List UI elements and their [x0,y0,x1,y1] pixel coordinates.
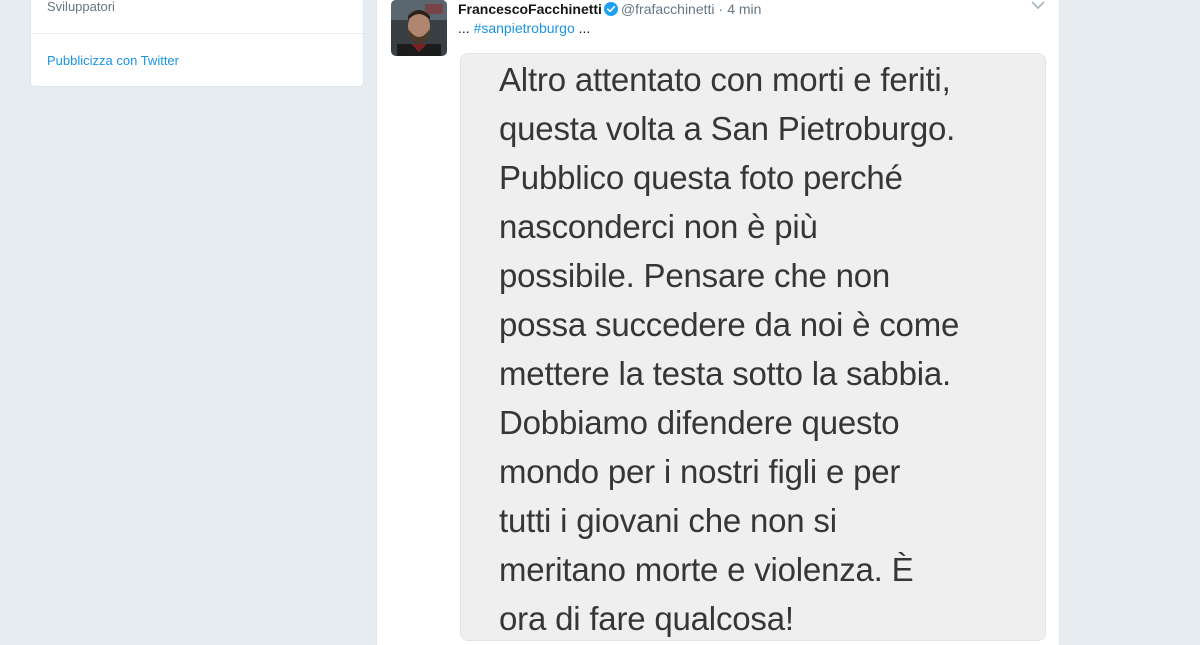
note-text-line: possibile. Pensare che non [499,257,891,294]
note-text-line: possa succedere da noi è come [499,306,960,343]
note-text-line: mettere la testa sotto la sabbia. [499,355,951,392]
time-separator: · [718,1,724,17]
avatar-photo [391,0,447,56]
note-text-line: Altro attentato con morti e feriti, [499,61,951,98]
advertise-link[interactable]: Pubblicizza con Twitter [47,53,179,68]
tweet-text-prefix: ... [458,20,470,36]
note-text-line: ora di fare qualcosa! [499,600,794,637]
tweet-text: ... #sanpietroburgo ... [458,20,590,36]
tweet-timestamp[interactable]: 4 min [727,1,761,17]
note-text-line: tutti i giovani che non si [499,502,837,539]
timeline: FrancescoFacchinetti @frafacchinetti · 4… [376,0,1060,645]
note-text-line: Dobbiamo difendere questo [499,404,900,441]
note-text-line: Pubblico questa foto perché [499,159,903,196]
developers-link[interactable]: Sviluppatori [47,0,115,14]
tweet-media-image[interactable]: Altro attentato con morti e feriti, ques… [460,53,1046,641]
note-text-line: nasconderci non è più [499,208,818,245]
hashtag-link[interactable]: #sanpietroburgo [474,20,575,36]
note-text-line: meritano morte e violenza. È [499,551,914,588]
sidebar-links-card: Sviluppatori Pubblicizza con Twitter [30,0,364,87]
divider [31,33,363,34]
tweet-author-name[interactable]: FrancescoFacchinetti [458,1,602,17]
avatar[interactable] [391,0,447,56]
note-text-line: questa volta a San Pietroburgo. [499,110,956,147]
tweet-text-suffix: ... [578,20,591,36]
verified-badge-icon [603,2,618,16]
note-text-line: mondo per i nostri figli e per [499,453,901,490]
tweet-header: FrancescoFacchinetti @frafacchinetti · 4… [458,0,761,18]
chevron-down-icon[interactable] [1029,0,1047,12]
tweet-username[interactable]: @frafacchinetti [621,1,715,17]
